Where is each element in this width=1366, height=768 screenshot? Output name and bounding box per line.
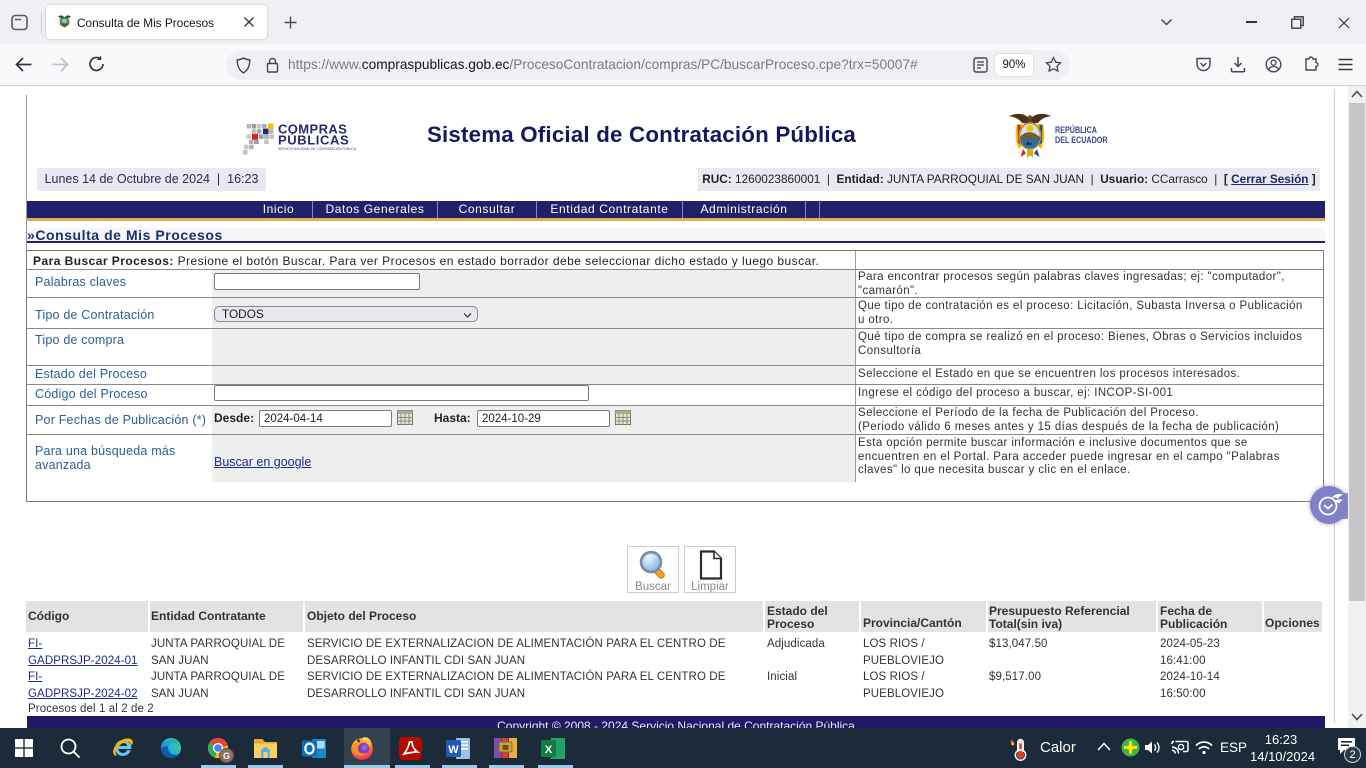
svg-text:X: X — [545, 744, 553, 756]
svg-text:W: W — [448, 744, 459, 756]
